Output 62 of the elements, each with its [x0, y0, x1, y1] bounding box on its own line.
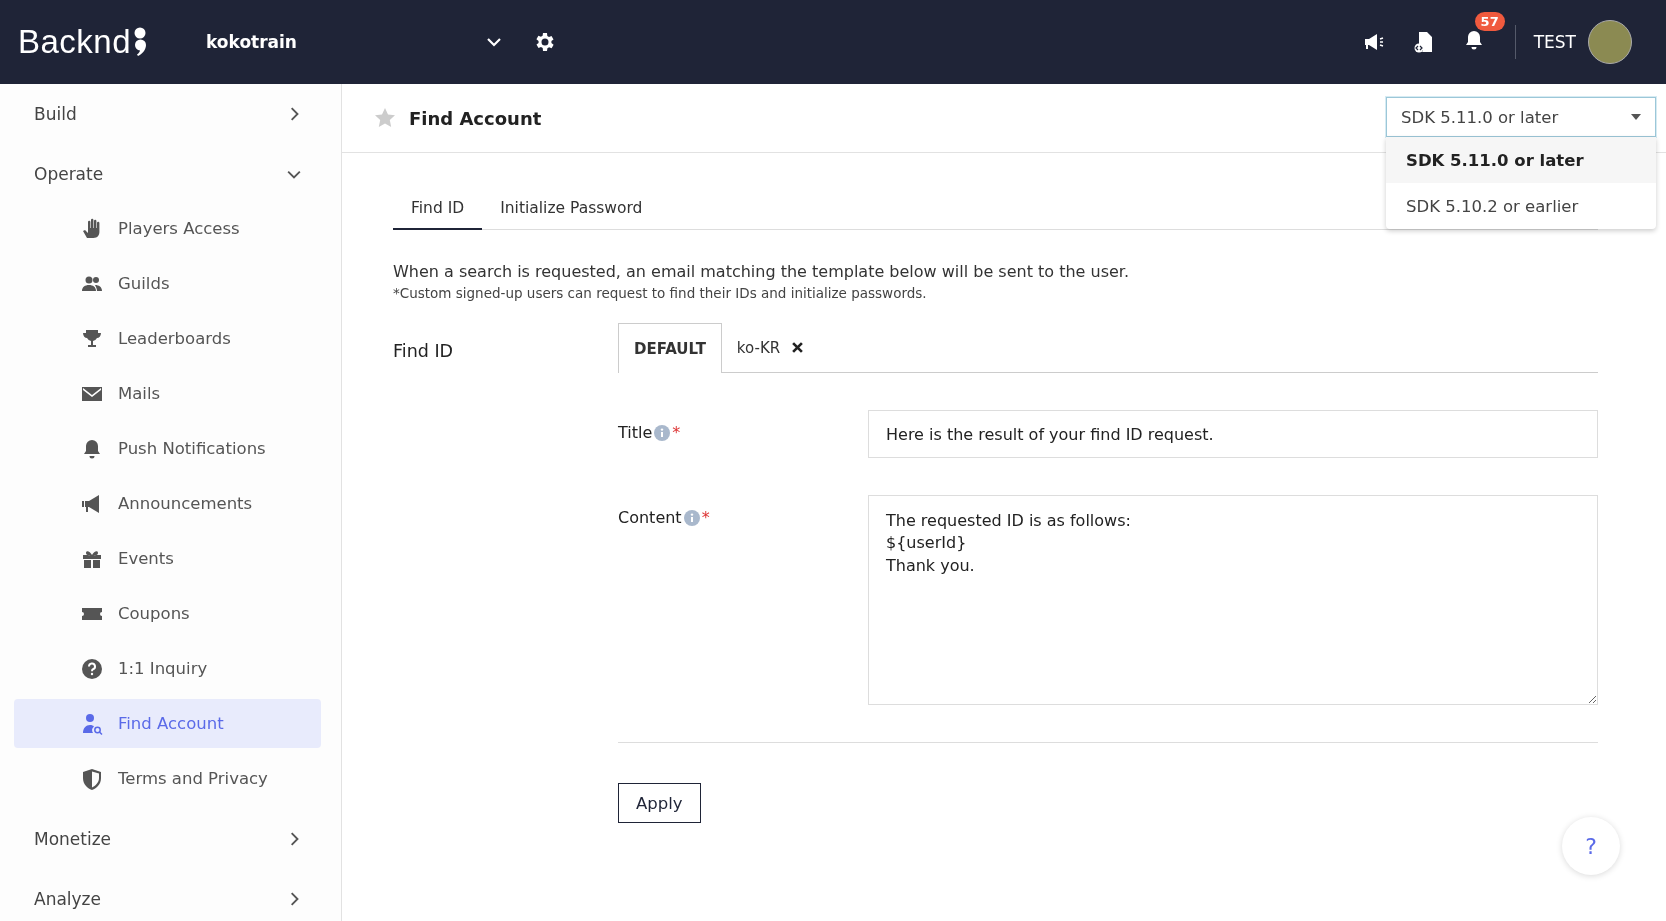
tab[interactable]: Initialize Password [482, 189, 661, 230]
item-label: 1:1 Inquiry [118, 659, 208, 678]
page-title: Find Account [409, 107, 542, 129]
help-button[interactable]: ? [1562, 817, 1620, 875]
avatar[interactable] [1588, 20, 1632, 64]
item-label: Guilds [118, 274, 170, 293]
caret-icon [1631, 114, 1641, 120]
user-name[interactable]: TEST [1533, 32, 1576, 52]
close-icon[interactable] [792, 342, 804, 353]
shield-icon [80, 766, 104, 791]
item-label: Announcements [118, 494, 253, 513]
required-mark: * [672, 423, 681, 442]
sidebar-item[interactable]: Guilds [14, 259, 321, 308]
sidebar-item[interactable]: Find Account [14, 699, 321, 748]
section-label: Find ID [393, 340, 455, 363]
dropdown-option[interactable]: SDK 5.10.2 or earlier [1386, 183, 1656, 229]
project-name[interactable]: kokotrain [206, 32, 486, 52]
notification-badge: 57 [1474, 12, 1505, 31]
sidebar-item[interactable]: 1:1 Inquiry [14, 644, 321, 693]
language-tab[interactable]: DEFAULT [618, 323, 722, 373]
sidebar-item[interactable]: Events [14, 534, 321, 583]
sdk-version-select[interactable]: SDK 5.11.0 or later [1386, 97, 1656, 137]
sidebar-item[interactable]: Announcements [14, 479, 321, 528]
sidebar-item[interactable]: Push Notifications [14, 424, 321, 473]
logo-text[interactable]: Backnd [18, 23, 132, 61]
content-text-area[interactable]: The requested ID is as follows: ${userId} Thank you. [868, 495, 1598, 705]
group-label: Monetize [34, 829, 112, 849]
question-icon [80, 656, 104, 681]
item-label: Mails [118, 384, 161, 403]
sidebar-group[interactable]: Build [14, 84, 321, 144]
item-label: Push Notifications [118, 439, 266, 458]
item-label: Find Account [118, 714, 224, 733]
tab[interactable]: Find ID [393, 189, 483, 230]
item-label: Coupons [118, 604, 190, 623]
item-label: Terms and Privacy [118, 769, 268, 788]
star-icon[interactable] [373, 106, 397, 130]
group-label: Operate [34, 164, 104, 184]
sidebar-group[interactable]: Operate [14, 144, 321, 204]
sidebar-group[interactable]: Monetize [14, 809, 321, 869]
dropdown-option[interactable]: SDK 5.11.0 or later [1386, 137, 1656, 183]
field-label: Title [618, 423, 653, 442]
group-label: Build [34, 104, 77, 124]
note-text: *Custom signed-up users can request to find their IDs and initialize passwords. [393, 285, 928, 301]
item-label: Leaderboards [118, 329, 231, 348]
description-text: When a search is requested, an email matching the template below will be sent to the user. [393, 262, 1131, 281]
title-input-field[interactable]: Here is the result of your find ID request. [868, 410, 1598, 458]
sidebar-item[interactable]: Players Access [14, 204, 321, 253]
item-label: Events [118, 549, 174, 568]
field-label: Content [618, 508, 682, 527]
sidebar-item[interactable]: Mails [14, 369, 321, 418]
user-search-icon [80, 711, 104, 736]
required-mark: * [701, 508, 710, 527]
sidebar-item[interactable]: Coupons [14, 589, 321, 638]
sidebar-item[interactable]: Leaderboards [14, 314, 321, 363]
language-tab[interactable]: ko-KR [721, 323, 819, 372]
apply-button[interactable]: Apply [618, 783, 701, 823]
item-label: Players Access [118, 219, 240, 238]
chevron-down-icon[interactable] [486, 37, 502, 47]
sidebar-group[interactable]: Analyze [14, 869, 321, 921]
sidebar-item[interactable]: Terms and Privacy [14, 754, 321, 803]
logo-mark-icon [133, 27, 148, 57]
group-label: Analyze [34, 889, 101, 909]
